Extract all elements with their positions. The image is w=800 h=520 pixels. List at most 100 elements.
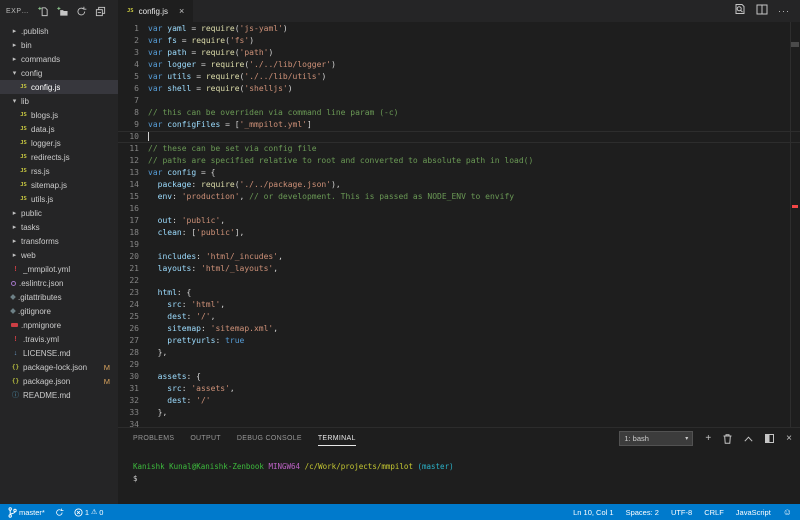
terminal-output[interactable]: Kanishk Kunal@Kanishk-Zenbook MINGW64 /c… (118, 448, 800, 485)
git-file-icon (10, 294, 16, 300)
tree-item-web[interactable]: ▸ web (0, 248, 118, 262)
text-cursor (148, 132, 149, 141)
explorer-sidebar: EXPLORER ▸ .publish ▸ bin ▸ commands ▾ config JS… (0, 0, 118, 504)
panel-tab-debug-console[interactable]: DEBUG CONSOLE (237, 431, 302, 445)
chevron-down-icon: ▾ (12, 70, 17, 77)
chevron-down-icon: ▾ (685, 436, 689, 442)
chevron-right-icon: ▸ (12, 28, 17, 35)
file-label: README.md (23, 390, 71, 400)
explorer-title: EXPLORER (6, 7, 32, 15)
tree-item-.eslintrc.json[interactable]: .eslintrc.json (0, 276, 118, 290)
code-editor[interactable]: 1 var yaml = require('js-yaml') 2 var fs = … (118, 22, 800, 427)
split-terminal-icon[interactable] (765, 434, 775, 443)
tab-config-js[interactable]: JS config.js × (118, 0, 194, 22)
problems-indicator[interactable]: 1 ⚠ 0 (74, 507, 103, 517)
panel-tab-terminal[interactable]: TERMINAL (317, 431, 356, 446)
tree-item-package-lock.json[interactable]: {} package-lock.json M (0, 360, 118, 374)
maximize-panel-icon[interactable] (744, 435, 753, 442)
open-preview-icon[interactable] (734, 2, 746, 20)
code-line-33: 33 }, (118, 407, 800, 419)
git-branch-indicator[interactable]: master* (8, 506, 45, 518)
tree-item-.travis.yml[interactable]: ! .travis.yml (0, 332, 118, 346)
eol-setting[interactable]: CRLF (704, 508, 724, 517)
sync-button[interactable] (55, 508, 64, 517)
file-label: .gitignore (18, 306, 51, 316)
file-label: commands (21, 54, 61, 64)
line-number: 33 (129, 408, 139, 417)
tree-item-LICENSE.md[interactable]: ↓ LICENSE.md (0, 346, 118, 360)
new-terminal-icon[interactable]: + (705, 433, 711, 444)
collapse-folders-icon[interactable] (95, 6, 106, 17)
code-line-29: 29 (118, 359, 800, 371)
line-number: 25 (129, 312, 139, 321)
tree-item-rss.js[interactable]: JS rss.js (0, 164, 118, 178)
code-line-6: 6 var shell = require('shelljs') (118, 83, 800, 95)
panel-tab-output[interactable]: OUTPUT (190, 431, 221, 445)
line-number: 9 (134, 120, 139, 129)
error-icon (74, 507, 83, 517)
line-number: 14 (129, 180, 139, 189)
tree-item-lib[interactable]: ▾ lib (0, 94, 118, 108)
kill-terminal-icon[interactable] (723, 433, 732, 444)
code-line-10: 10 (118, 131, 800, 143)
new-folder-icon[interactable] (57, 6, 68, 17)
line-number: 19 (129, 240, 139, 249)
tree-item-.gitattributes[interactable]: .gitattributes (0, 290, 118, 304)
editor-tab-bar: JS config.js × ··· (118, 0, 800, 22)
language-mode[interactable]: JavaScript (736, 508, 771, 517)
tree-item-bin[interactable]: ▸ bin (0, 38, 118, 52)
tree-item-sitemap.js[interactable]: JS sitemap.js (0, 178, 118, 192)
code-line-18: 18 clean: ['public'], (118, 227, 800, 239)
file-label: logger.js (31, 138, 61, 148)
tree-item-utils.js[interactable]: JS utils.js (0, 192, 118, 206)
scrollbar-slider[interactable] (791, 42, 799, 47)
tree-item-package.json[interactable]: {} package.json M (0, 374, 118, 388)
line-number: 24 (129, 300, 139, 309)
tree-item-logger.js[interactable]: JS logger.js (0, 136, 118, 150)
tree-item-commands[interactable]: ▸ commands (0, 52, 118, 66)
tree-item-.publish[interactable]: ▸ .publish (0, 24, 118, 38)
tree-item-transforms[interactable]: ▸ transforms (0, 234, 118, 248)
indentation-setting[interactable]: Spaces: 2 (626, 508, 659, 517)
refresh-explorer-icon[interactable] (76, 6, 87, 17)
js-file-icon: JS (20, 154, 27, 160)
line-number: 34 (129, 420, 139, 427)
code-line-28: 28 }, (118, 347, 800, 359)
tree-item-_mmpilot.yml[interactable]: ! _mmpilot.yml (0, 262, 118, 276)
git-branch-icon (8, 506, 17, 518)
tree-item-blogs.js[interactable]: JS blogs.js (0, 108, 118, 122)
code-line-22: 22 (118, 275, 800, 287)
line-number: 4 (134, 60, 139, 69)
overview-ruler[interactable] (790, 22, 800, 427)
tree-item-redirects.js[interactable]: JS redirects.js (0, 150, 118, 164)
tree-item-.npmignore[interactable]: .npmignore (0, 318, 118, 332)
line-number: 8 (134, 108, 139, 117)
close-panel-icon[interactable]: × (786, 433, 792, 444)
code-line-11: 11// these can be set via config file (118, 143, 800, 155)
file-tree: ▸ .publish ▸ bin ▸ commands ▾ config JS config.js… (0, 24, 118, 402)
new-file-icon[interactable] (38, 6, 49, 17)
feedback-smiley-icon[interactable]: ☺ (783, 507, 792, 517)
chevron-right-icon: ▸ (12, 56, 17, 63)
js-file-icon: JS (127, 8, 134, 14)
cursor-position[interactable]: Ln 10, Col 1 (573, 508, 613, 517)
tree-item-README.md[interactable]: ⓘ README.md (0, 388, 118, 402)
tree-item-public[interactable]: ▸ public (0, 206, 118, 220)
tree-item-tasks[interactable]: ▸ tasks (0, 220, 118, 234)
code-line-34: 34 (118, 419, 800, 427)
panel-tab-problems[interactable]: PROBLEMS (133, 431, 174, 445)
code-line-19: 19 (118, 239, 800, 251)
terminal-shell-select[interactable]: 1: bash ▾ (619, 431, 694, 446)
line-number: 22 (129, 276, 139, 285)
close-tab-icon[interactable]: × (179, 6, 184, 16)
tree-item-config.js[interactable]: JS config.js (0, 80, 118, 94)
tree-item-config[interactable]: ▾ config (0, 66, 118, 80)
chevron-right-icon: ▸ (12, 224, 17, 231)
file-label: lib (21, 96, 30, 106)
tree-item-.gitignore[interactable]: .gitignore (0, 304, 118, 318)
code-line-8: 8// this can be overriden via command li… (118, 107, 800, 119)
tree-item-data.js[interactable]: JS data.js (0, 122, 118, 136)
split-editor-icon[interactable] (756, 2, 768, 20)
encoding-setting[interactable]: UTF-8 (671, 508, 692, 517)
more-actions-icon[interactable]: ··· (778, 6, 790, 16)
